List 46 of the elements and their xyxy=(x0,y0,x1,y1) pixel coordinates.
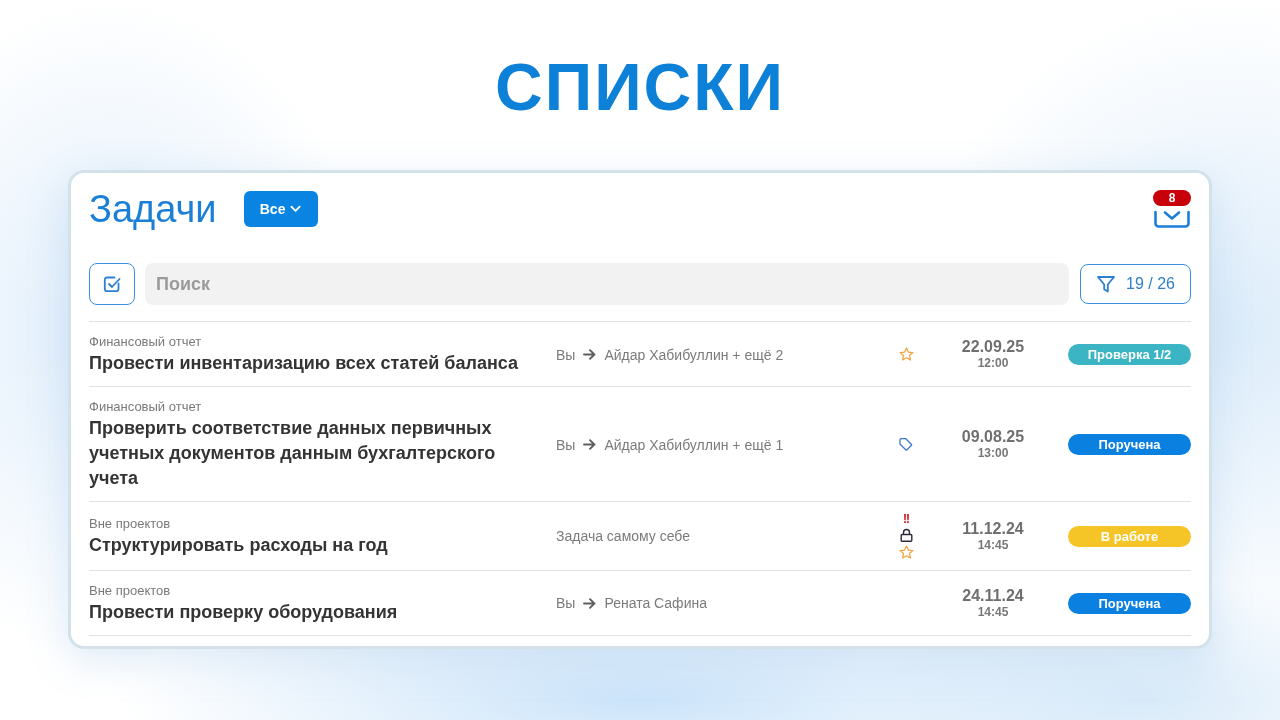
star-icon[interactable] xyxy=(898,347,914,362)
status-badge: В работе xyxy=(1068,525,1191,547)
due-time: 14:45 xyxy=(977,604,1009,620)
arrow-icon xyxy=(583,597,597,609)
assignee-name: Айдар Хабибуллин + ещё 1 xyxy=(604,436,784,453)
inbox-icon[interactable] xyxy=(1154,209,1190,228)
funnel-icon xyxy=(1096,274,1117,294)
task-title[interactable]: Провести инвентаризацию всех статей баланса xyxy=(89,351,534,376)
project-label: Финансовый отчет xyxy=(89,398,203,416)
status-badge: Проверка 1/2 xyxy=(1068,344,1191,365)
checkbox-icon xyxy=(102,274,122,294)
sender-name: Вы xyxy=(556,595,576,611)
assignee-name: Айдар Хабибуллин + ещё 2 xyxy=(604,346,784,363)
search-field[interactable]: Поиск xyxy=(145,263,1069,305)
project-label: Вне проектов xyxy=(89,514,172,533)
priority-mark: !! xyxy=(903,513,909,525)
scope-dropdown-button[interactable]: Все xyxy=(243,191,318,227)
due-date: 24.11.24 xyxy=(962,586,1024,605)
sender-name: Вы xyxy=(556,346,576,363)
due-date: 09.08.25 xyxy=(961,428,1025,446)
sender-name: Вы xyxy=(556,436,576,453)
tag-icon xyxy=(899,438,913,451)
due-time: 13:00 xyxy=(977,446,1009,461)
page-heading: СПИСКИ xyxy=(495,54,785,120)
filter-button[interactable]: 19 / 26 xyxy=(1080,264,1191,304)
lock-icon xyxy=(899,528,913,542)
due-date: 22.09.25 xyxy=(961,338,1025,356)
arrow-icon xyxy=(583,439,597,450)
arrow-icon xyxy=(583,349,597,360)
tasks-title: Задачи xyxy=(89,189,217,229)
project-label: Вне проектов xyxy=(89,581,172,600)
assignee-name: Рената Сафина xyxy=(604,595,707,611)
due-date: 11.12.24 xyxy=(962,519,1024,538)
project-label: Финансовый отчет xyxy=(89,333,203,351)
self-assigned-label: Задача самому себе xyxy=(556,528,690,545)
star-icon[interactable] xyxy=(898,545,914,560)
status-badge: Поручена xyxy=(1068,592,1191,614)
task-title[interactable]: Проверить соответствие данных первичных учетных документов данным бухгалтерского учета xyxy=(89,416,534,491)
select-mode-button[interactable] xyxy=(89,263,135,305)
unread-count-badge: 8 xyxy=(1153,190,1191,206)
status-badge: Поручена xyxy=(1068,434,1191,455)
due-time: 12:00 xyxy=(977,356,1009,371)
task-title[interactable]: Провести проверку оборудования xyxy=(89,599,534,625)
caret-icon xyxy=(290,205,302,213)
due-time: 14:45 xyxy=(977,537,1009,553)
task-title[interactable]: Структурировать расходы на год xyxy=(89,532,534,558)
